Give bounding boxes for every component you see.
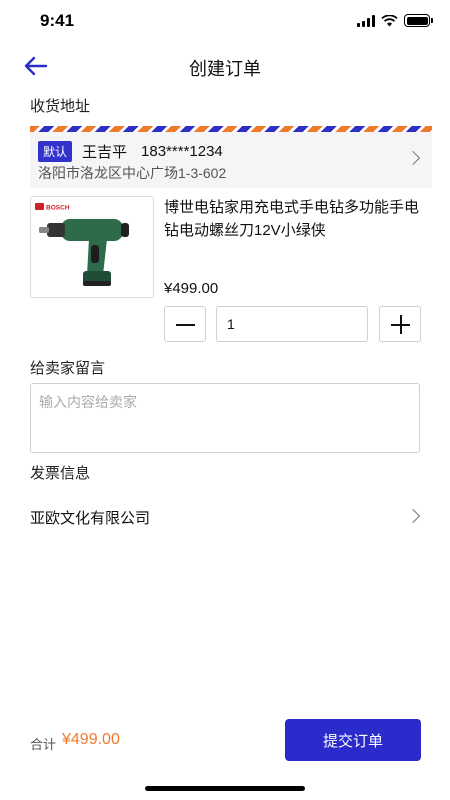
default-badge: 默认 [38,141,73,162]
quantity-decrease-button[interactable] [164,306,206,342]
product-title[interactable]: 博世电钻家用充电式手电钻多功能手电钻电动螺丝刀12V小绿侠 [164,196,426,242]
recipient-name: 王吉平 [82,144,128,161]
status-bar: 9:41 [0,0,450,44]
seller-message-input[interactable] [30,383,420,453]
product-image: BOSCH [30,196,154,298]
invoice-company: 亚欧文化有限公司 [30,510,151,527]
quantity-input[interactable] [216,306,368,342]
total-label: 合计 [30,737,57,752]
total-price: ¥499.00 [62,731,120,748]
invoice-row[interactable]: 亚欧文化有限公司 [30,496,422,536]
submit-order-button[interactable]: 提交订单 [285,719,421,761]
page-title: 创建订单 [189,59,261,79]
address-detail: 洛阳市洛龙区中心广场1-3-602 [38,165,227,181]
wifi-icon [381,14,398,26]
battery-icon [404,14,433,27]
memo-section-title: 给卖家留言 [30,360,106,377]
status-icons [357,14,433,27]
quantity-increase-button[interactable] [379,306,421,342]
home-indicator [145,786,305,791]
recipient-phone: 183****1234 [141,143,223,160]
chevron-right-icon [405,150,421,166]
address-section-title: 收货地址 [30,98,91,115]
airmail-border [30,126,432,132]
nav-bar: 创建订单 [0,44,450,88]
invoice-section-title: 发票信息 [30,465,91,482]
status-time: 9:41 [40,11,75,30]
address-card[interactable]: 默认 王吉平 183****1234 洛阳市洛龙区中心广场1-3-602 [30,126,432,188]
product-price: ¥499.00 [164,280,219,297]
brand-logo: BOSCH [46,205,70,212]
chevron-right-icon [405,508,421,524]
signal-icon [357,14,375,27]
